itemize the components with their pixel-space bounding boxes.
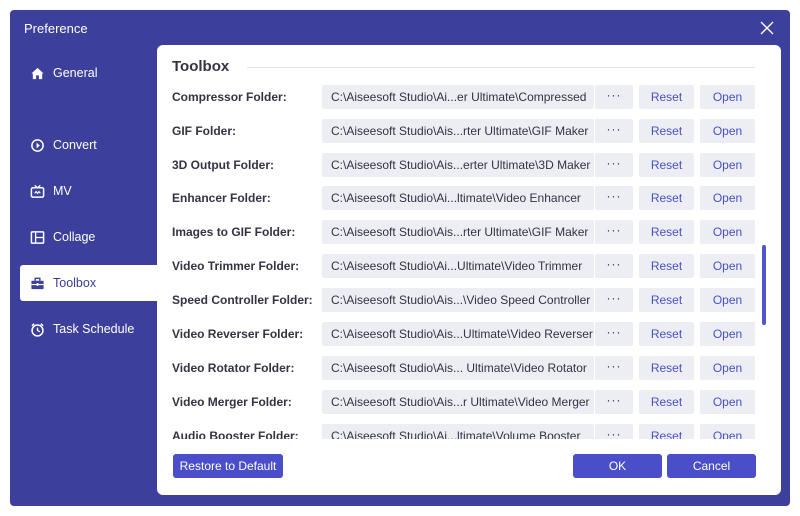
folder-path-field[interactable]: C:\Aiseesoft Studio\Ais...\Video Speed C… xyxy=(322,288,594,312)
folder-row: Video Reverser Folder: C:\Aiseesoft Stud… xyxy=(157,322,765,346)
settings-panel: Toolbox Compressor Folder: C:\Aiseesoft … xyxy=(157,45,781,495)
sidebar-item-convert[interactable]: Convert xyxy=(20,127,158,163)
folder-row: Video Trimmer Folder: C:\Aiseesoft Studi… xyxy=(157,254,765,278)
window-title: Preference xyxy=(24,21,88,36)
open-button[interactable]: Open xyxy=(700,390,755,414)
open-button[interactable]: Open xyxy=(700,153,755,177)
browse-button[interactable]: ··· xyxy=(595,220,633,244)
folder-settings-list: Compressor Folder: C:\Aiseesoft Studio\A… xyxy=(157,85,765,439)
folder-path-field[interactable]: C:\Aiseesoft Studio\Ais...r Ultimate\Vid… xyxy=(322,390,594,414)
sidebar-item-label: Collage xyxy=(53,230,96,244)
title-bar: Preference xyxy=(10,10,790,46)
row-label: Speed Controller Folder: xyxy=(172,293,313,307)
open-button[interactable]: Open xyxy=(700,220,755,244)
folder-row: Compressor Folder: C:\Aiseesoft Studio\A… xyxy=(157,85,765,109)
row-label: Images to GIF Folder: xyxy=(172,225,296,239)
row-label: Video Reverser Folder: xyxy=(172,327,304,341)
row-label: Enhancer Folder: xyxy=(172,191,271,205)
browse-button[interactable]: ··· xyxy=(595,186,633,210)
folder-row: Video Rotator Folder: C:\Aiseesoft Studi… xyxy=(157,356,765,380)
row-label: GIF Folder: xyxy=(172,124,236,138)
open-button[interactable]: Open xyxy=(700,356,755,380)
toolbox-icon xyxy=(29,275,45,291)
section-divider xyxy=(247,67,755,68)
row-label: Video Rotator Folder: xyxy=(172,361,295,375)
browse-button[interactable]: ··· xyxy=(595,424,633,439)
reset-button[interactable]: Reset xyxy=(639,288,694,312)
clock-icon xyxy=(29,321,45,337)
folder-path-field[interactable]: C:\Aiseesoft Studio\Ais... Ultimate\Vide… xyxy=(322,356,594,380)
preference-window: Preference General Convert MV Collage To… xyxy=(10,10,790,506)
sidebar-item-label: General xyxy=(53,66,98,80)
browse-button[interactable]: ··· xyxy=(595,254,633,278)
scrollbar-thumb[interactable] xyxy=(762,245,766,325)
sidebar-item-label: Task Schedule xyxy=(53,322,135,336)
sidebar-item-label: Toolbox xyxy=(53,276,97,290)
browse-button[interactable]: ··· xyxy=(595,390,633,414)
open-button[interactable]: Open xyxy=(700,424,755,439)
folder-row: Audio Booster Folder: C:\Aiseesoft Studi… xyxy=(157,424,765,439)
sidebar-item-task-schedule[interactable]: Task Schedule xyxy=(20,311,158,347)
reset-button[interactable]: Reset xyxy=(639,186,694,210)
open-button[interactable]: Open xyxy=(700,254,755,278)
row-label: Video Trimmer Folder: xyxy=(172,259,300,273)
reset-button[interactable]: Reset xyxy=(639,390,694,414)
folder-path-field[interactable]: C:\Aiseesoft Studio\Ai...Ultimate\Video … xyxy=(322,254,594,278)
open-button[interactable]: Open xyxy=(700,85,755,109)
row-label: 3D Output Folder: xyxy=(172,158,274,172)
open-button[interactable]: Open xyxy=(700,186,755,210)
folder-row: 3D Output Folder: C:\Aiseesoft Studio\Ai… xyxy=(157,153,765,177)
browse-button[interactable]: ··· xyxy=(595,322,633,346)
close-icon[interactable] xyxy=(758,19,776,37)
reset-button[interactable]: Reset xyxy=(639,322,694,346)
section-title: Toolbox xyxy=(172,58,230,75)
open-button[interactable]: Open xyxy=(700,322,755,346)
collage-icon xyxy=(29,229,45,245)
reset-button[interactable]: Reset xyxy=(639,85,694,109)
restore-default-button[interactable]: Restore to Default xyxy=(173,454,283,478)
folder-path-field[interactable]: C:\Aiseesoft Studio\Ai...ltimate\Video E… xyxy=(322,186,594,210)
reset-button[interactable]: Reset xyxy=(639,254,694,278)
reset-button[interactable]: Reset xyxy=(639,220,694,244)
folder-path-field[interactable]: C:\Aiseesoft Studio\Ais...erter Ultimate… xyxy=(322,153,594,177)
folder-path-field[interactable]: C:\Aiseesoft Studio\Ais...rter Ultimate\… xyxy=(322,119,594,143)
open-button[interactable]: Open xyxy=(700,119,755,143)
sidebar-item-general[interactable]: General xyxy=(20,55,158,91)
browse-button[interactable]: ··· xyxy=(595,119,633,143)
reset-button[interactable]: Reset xyxy=(639,424,694,439)
reset-button[interactable]: Reset xyxy=(639,119,694,143)
folder-path-field[interactable]: C:\Aiseesoft Studio\Ai...ltimate\Volume … xyxy=(322,424,594,439)
folder-row: Images to GIF Folder: C:\Aiseesoft Studi… xyxy=(157,220,765,244)
row-label: Audio Booster Folder: xyxy=(172,429,299,439)
folder-row: Video Merger Folder: C:\Aiseesoft Studio… xyxy=(157,390,765,414)
folder-row: GIF Folder: C:\Aiseesoft Studio\Ais...rt… xyxy=(157,119,765,143)
reset-button[interactable]: Reset xyxy=(639,356,694,380)
folder-row: Enhancer Folder: C:\Aiseesoft Studio\Ai.… xyxy=(157,186,765,210)
cancel-button[interactable]: Cancel xyxy=(667,454,756,478)
folder-path-field[interactable]: C:\Aiseesoft Studio\Ai...er Ultimate\Com… xyxy=(322,85,594,109)
browse-button[interactable]: ··· xyxy=(595,85,633,109)
sidebar-item-collage[interactable]: Collage xyxy=(20,219,158,255)
folder-path-field[interactable]: C:\Aiseesoft Studio\Ais...Ultimate\Video… xyxy=(322,322,594,346)
browse-button[interactable]: ··· xyxy=(595,153,633,177)
folder-path-field[interactable]: C:\Aiseesoft Studio\Ais...rter Ultimate\… xyxy=(322,220,594,244)
scrollbar[interactable] xyxy=(762,85,766,439)
folder-row: Speed Controller Folder: C:\Aiseesoft St… xyxy=(157,288,765,312)
sidebar: General Convert MV Collage Toolbox Task … xyxy=(10,55,158,495)
sidebar-item-mv[interactable]: MV xyxy=(20,173,158,209)
sidebar-item-label: MV xyxy=(53,184,72,198)
mv-icon xyxy=(29,183,45,199)
sidebar-item-toolbox[interactable]: Toolbox xyxy=(20,265,158,301)
ok-button[interactable]: OK xyxy=(573,454,662,478)
browse-button[interactable]: ··· xyxy=(595,356,633,380)
home-icon xyxy=(29,65,45,81)
sidebar-item-label: Convert xyxy=(53,138,97,152)
convert-icon xyxy=(29,137,45,153)
browse-button[interactable]: ··· xyxy=(595,288,633,312)
open-button[interactable]: Open xyxy=(700,288,755,312)
row-label: Video Merger Folder: xyxy=(172,395,292,409)
reset-button[interactable]: Reset xyxy=(639,153,694,177)
row-label: Compressor Folder: xyxy=(172,90,287,104)
